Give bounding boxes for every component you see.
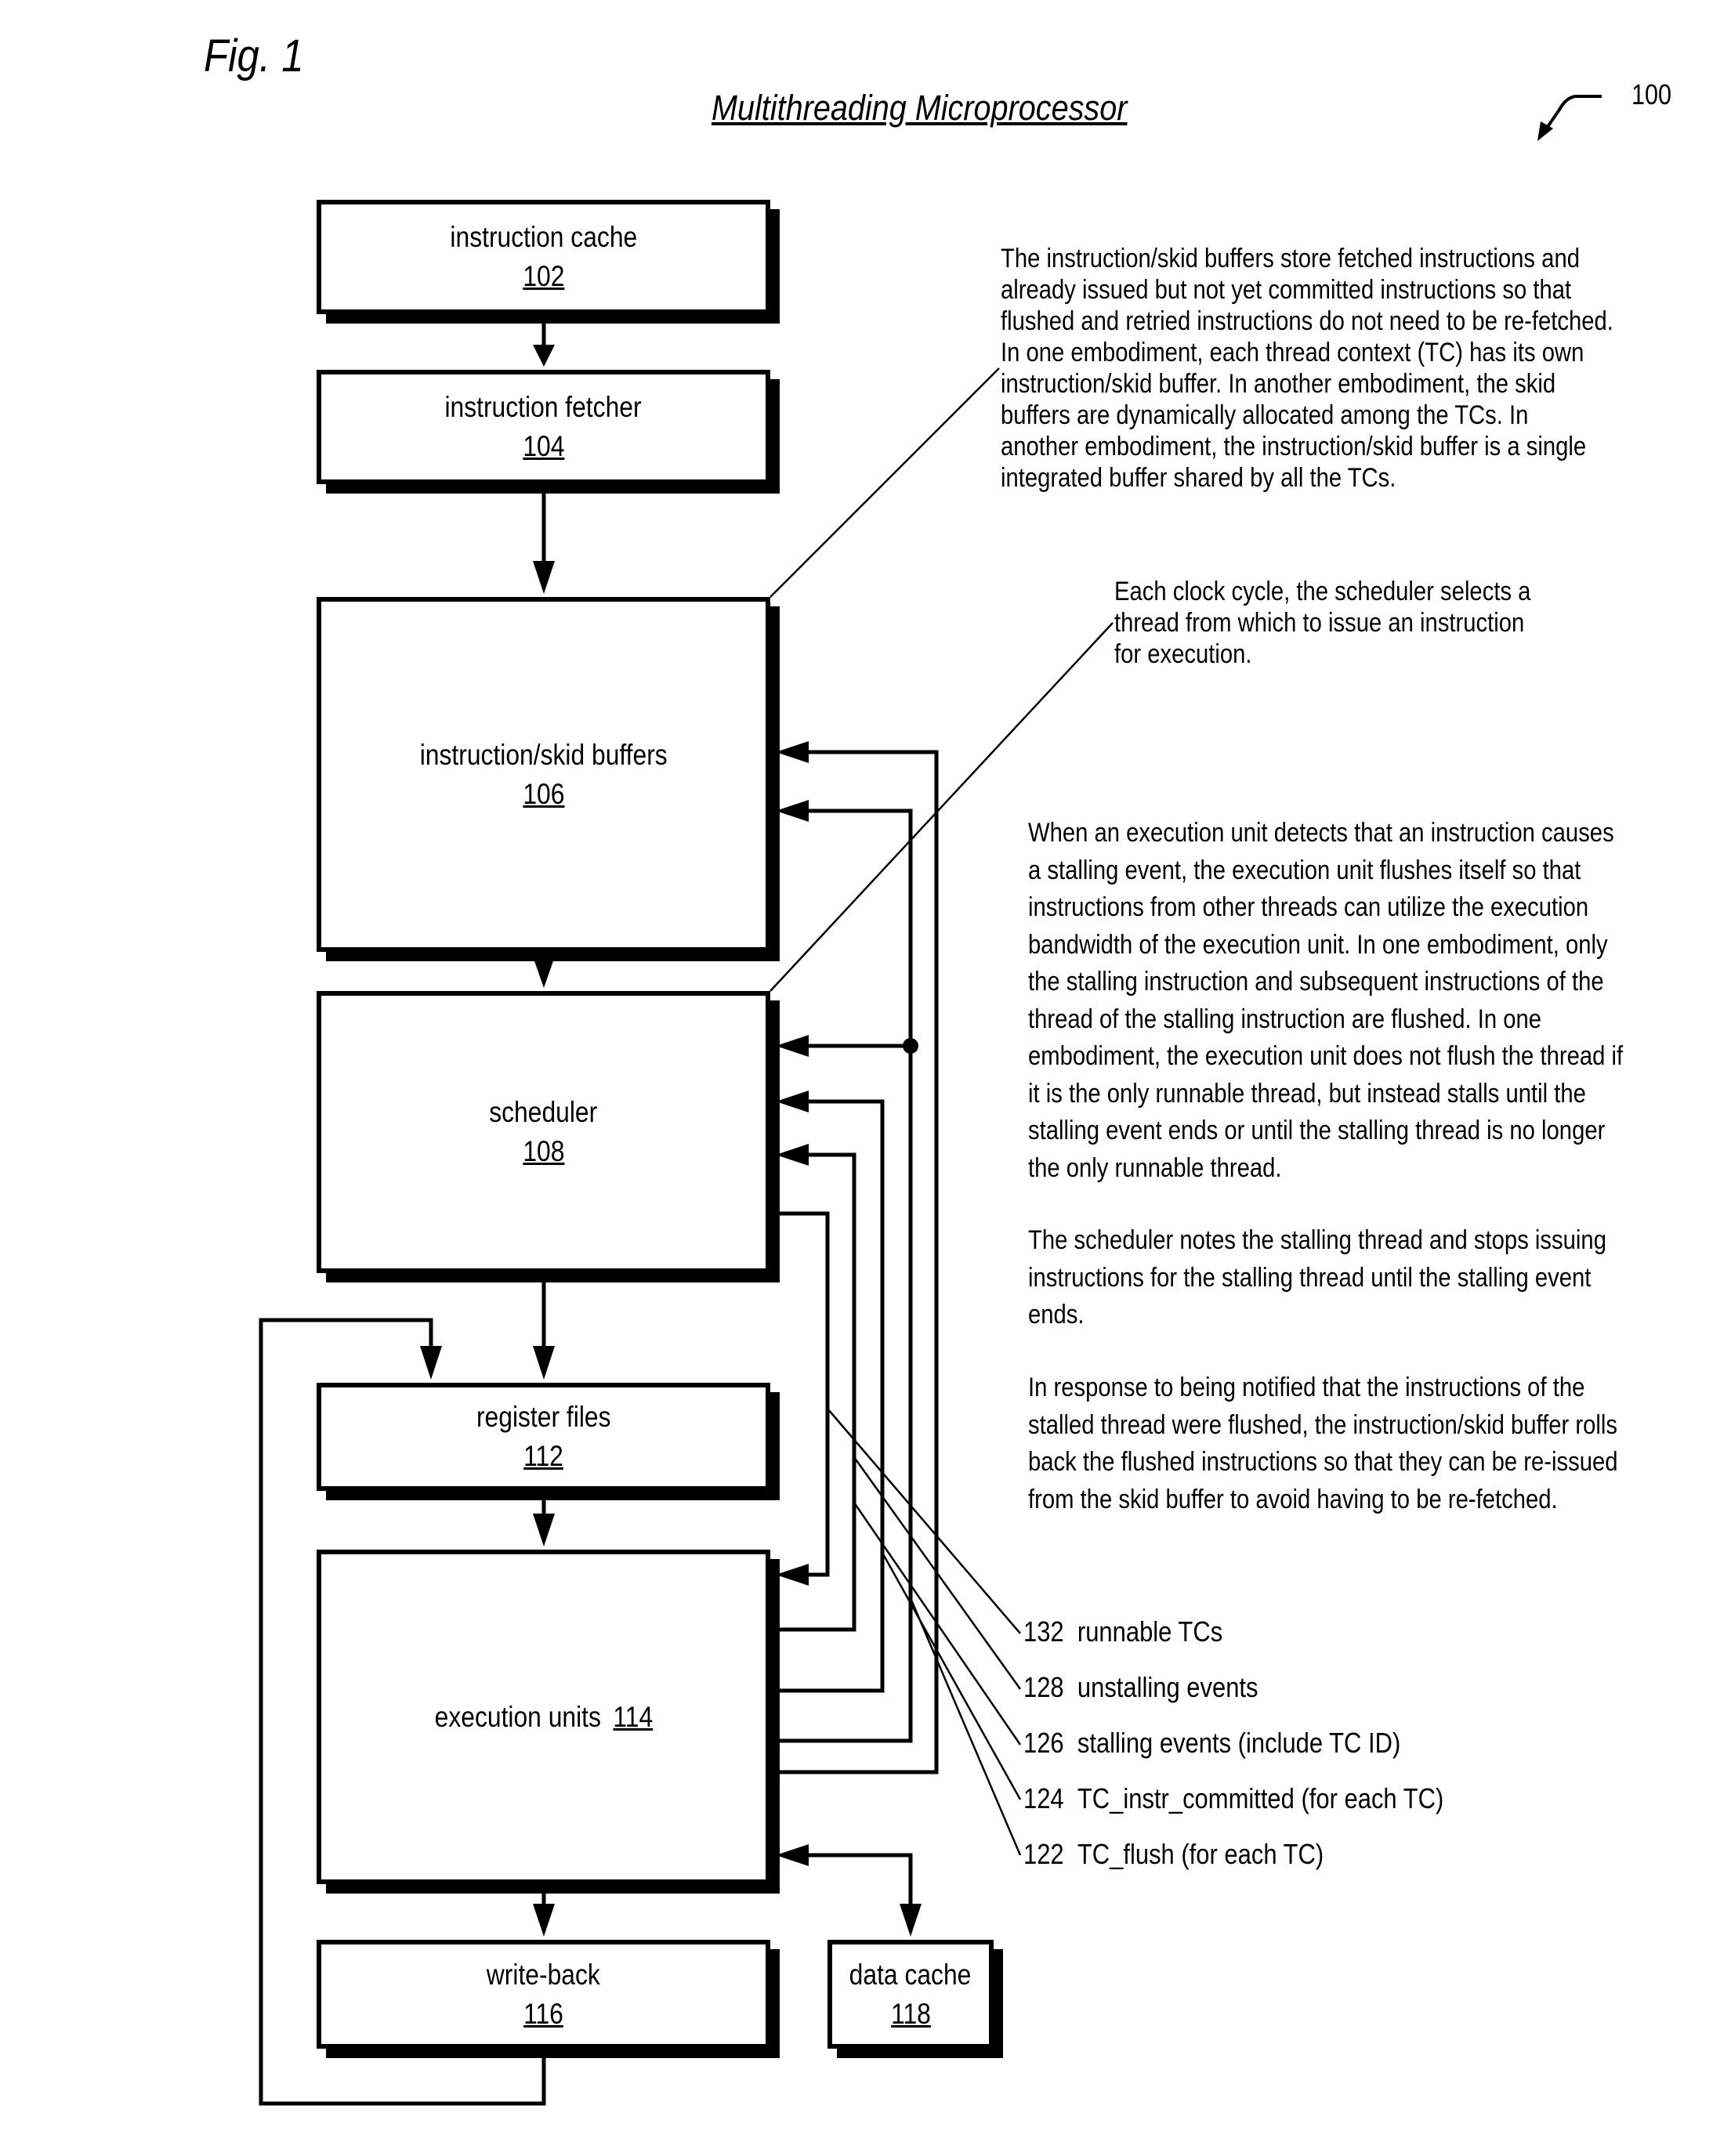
arrow-into-112-feedback <box>420 1346 442 1380</box>
block-register-files: register files 112 <box>317 1383 770 1491</box>
block-label: instruction cache <box>450 221 637 253</box>
signal-name: TC_instr_committed (for each TC) <box>1077 1782 1444 1814</box>
arrow-128-into-108 <box>776 1144 809 1166</box>
signal-132-wire <box>770 1211 830 1577</box>
note-rollback: In response to being notified that the i… <box>1028 1373 1618 1514</box>
signal-label-128: 128 unstalling events <box>1023 1671 1258 1704</box>
block-number: 114 <box>612 1700 653 1733</box>
signal-name: runnable TCs <box>1077 1615 1223 1648</box>
signal-124-wire <box>770 808 913 1743</box>
signal-number: 128 <box>1023 1671 1064 1703</box>
arrow-132-into-114 <box>776 1564 809 1586</box>
arrow-into-106 <box>533 561 555 594</box>
block-data-cache: data cache 118 <box>827 1940 994 2049</box>
block-skid-buffers: instruction/skid buffers 106 <box>317 597 770 952</box>
note-skid-buffers: The instruction/skid buffers store fetch… <box>1001 244 1613 493</box>
block-number: 118 <box>890 1997 931 2030</box>
leader-124 <box>881 1552 1022 1800</box>
block-number: 106 <box>522 777 565 810</box>
block-write-back: write-back 116 <box>317 1940 770 2049</box>
arrow-into-108 <box>533 957 555 988</box>
signal-number: 124 <box>1023 1782 1064 1814</box>
arrow-datacache-into-114 <box>776 1844 809 1866</box>
signal-label-126: 126 stalling events (include TC ID) <box>1023 1727 1400 1760</box>
datacache-wire <box>807 1853 913 1907</box>
signal-name: stalling events (include TC ID) <box>1077 1727 1401 1759</box>
leader-132 <box>827 1408 1021 1634</box>
arrow-126-into-108 <box>776 1091 809 1112</box>
block-label-row: execution units 114 <box>434 1701 652 1734</box>
note-stall-flush: When an execution unit detects that an i… <box>1028 818 1624 1183</box>
signal-name: TC_flush (for each TC) <box>1077 1838 1324 1870</box>
arrow-124-into-108 <box>776 1035 809 1057</box>
arrow-124-into-106 <box>776 800 809 822</box>
block-number: 116 <box>523 1997 563 2030</box>
block-instruction-cache: instruction cache 102 <box>317 200 770 314</box>
signal-name: unstalling events <box>1077 1671 1258 1703</box>
signal-label-124: 124 TC_instr_committed (for each TC) <box>1023 1782 1443 1815</box>
signal-label-132: 132 runnable TCs <box>1023 1615 1222 1648</box>
block-number: 104 <box>522 430 565 462</box>
block-number: 108 <box>522 1135 565 1167</box>
signal-number: 126 <box>1023 1727 1064 1759</box>
block-instruction-fetcher: instruction fetcher 104 <box>317 370 770 484</box>
arrow-into-104 <box>533 345 555 367</box>
signal-128-wire <box>770 1152 856 1632</box>
block-label: instruction/skid buffers <box>419 738 668 771</box>
block-scheduler: scheduler 108 <box>317 991 770 1273</box>
junction-dot <box>903 1038 918 1054</box>
note-scheduler-stall: The scheduler notes the stalling thread … <box>1028 1225 1606 1329</box>
arrow-into-118 <box>900 1904 922 1937</box>
block-label: instruction fetcher <box>444 391 643 423</box>
leader-122 <box>909 1597 1022 1856</box>
arrow-into-116 <box>533 1904 555 1937</box>
note-scheduler: Each clock cycle, the scheduler selects … <box>1114 577 1531 669</box>
block-label: execution units <box>434 1700 601 1733</box>
leader-note-skid <box>770 367 1000 598</box>
signal-number: 132 <box>1023 1615 1064 1648</box>
signal-label-122: 122 TC_flush (for each TC) <box>1023 1838 1324 1871</box>
block-number: 102 <box>522 260 565 292</box>
block-label: write-back <box>486 1958 600 1991</box>
block-execution-units: execution units 114 <box>317 1550 770 1884</box>
block-label: data cache <box>849 1958 972 1991</box>
signal-number: 122 <box>1023 1838 1064 1870</box>
arrow-into-112 <box>533 1346 555 1380</box>
block-label: register files <box>476 1401 611 1433</box>
block-label: scheduler <box>489 1096 598 1128</box>
arrow-into-114 <box>533 1514 555 1546</box>
arrow-122-into-106 <box>776 741 809 763</box>
block-number: 112 <box>523 1440 563 1472</box>
